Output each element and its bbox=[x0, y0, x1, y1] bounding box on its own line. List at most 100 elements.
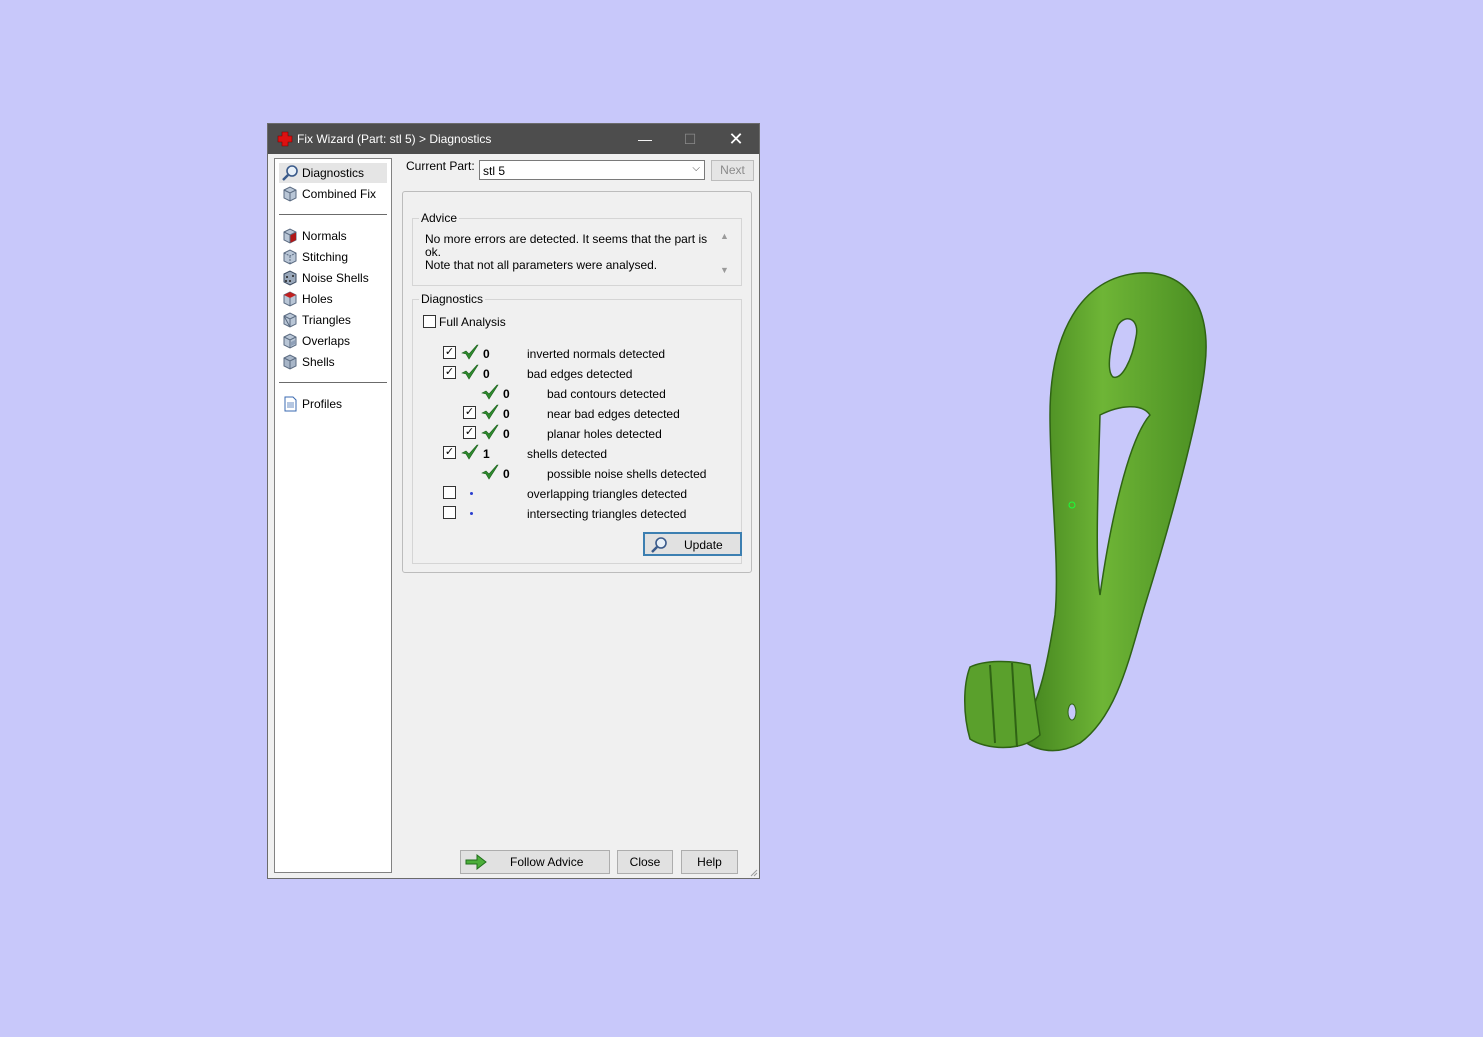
sidebar: Diagnostics Combined Fix Normals Stitchi… bbox=[274, 158, 392, 873]
sidebar-item-profiles[interactable]: Profiles bbox=[279, 394, 387, 414]
document-icon bbox=[284, 396, 297, 412]
diagnostic-count: 0 bbox=[503, 467, 510, 481]
sidebar-item-stitching[interactable]: Stitching bbox=[279, 247, 387, 267]
window-title: Fix Wizard (Part: stl 5) > Diagnostics bbox=[297, 132, 492, 146]
cube-red-icon bbox=[283, 228, 297, 244]
content-panel: Advice No more errors are detected. It s… bbox=[402, 191, 752, 573]
diagnostics-title: Diagnostics bbox=[419, 292, 486, 306]
diagnostic-row: ✓ 0 near bad edges detected bbox=[413, 404, 733, 422]
sidebar-item-label: Combined Fix bbox=[302, 187, 377, 201]
diagnostic-count: 0 bbox=[503, 387, 510, 401]
arrow-right-icon bbox=[465, 853, 487, 871]
diagnostic-label: possible noise shells detected bbox=[547, 467, 707, 481]
advice-line-2: Note that not all parameters were analys… bbox=[425, 258, 658, 272]
checkmark-icon bbox=[481, 384, 499, 400]
checkmark-icon bbox=[481, 464, 499, 480]
sidebar-item-triangles[interactable]: Triangles bbox=[279, 310, 387, 330]
sidebar-divider bbox=[279, 214, 387, 215]
diagnostic-label: near bad edges detected bbox=[547, 407, 680, 421]
magnifier-icon bbox=[651, 537, 667, 553]
not-analysed-dot-icon bbox=[470, 492, 473, 495]
cube-overlap-icon bbox=[283, 333, 297, 349]
title-bar[interactable]: Fix Wizard (Part: stl 5) > Diagnostics —… bbox=[268, 124, 759, 154]
diagnostic-checkbox[interactable]: ✓ bbox=[443, 346, 456, 359]
next-button[interactable]: Next bbox=[711, 160, 754, 181]
diagnostic-row: 0 possible noise shells detected bbox=[413, 464, 733, 482]
diagnostic-label: overlapping triangles detected bbox=[527, 487, 688, 501]
diagnostic-row: ✓ 1 shells detected bbox=[413, 444, 733, 462]
checkmark-icon bbox=[461, 444, 479, 460]
checkmark-icon bbox=[461, 364, 479, 380]
magnifier-icon bbox=[282, 165, 298, 181]
sidebar-item-label: Noise Shells bbox=[302, 271, 369, 285]
close-button[interactable]: Close bbox=[617, 850, 673, 874]
cube-stitch-icon bbox=[283, 249, 297, 265]
cube-noise-icon bbox=[283, 270, 297, 286]
sidebar-item-noise-shells[interactable]: Noise Shells bbox=[279, 268, 387, 288]
sidebar-item-combined-fix[interactable]: Combined Fix bbox=[279, 184, 387, 204]
full-analysis-checkbox[interactable] bbox=[423, 315, 436, 328]
diagnostic-checkbox[interactable] bbox=[443, 486, 456, 499]
diagnostic-label: shells detected bbox=[527, 447, 608, 461]
minimize-button[interactable]: — bbox=[622, 124, 668, 154]
diagnostic-count: 0 bbox=[503, 407, 510, 421]
resize-grip-icon[interactable] bbox=[748, 867, 758, 877]
diagnostic-row: ✓ 0 bad edges detected bbox=[413, 364, 733, 382]
update-button[interactable]: Update bbox=[643, 532, 742, 556]
chevron-down-icon: ⌵ bbox=[692, 163, 700, 174]
diagnostic-row: overlapping triangles detected bbox=[413, 484, 733, 502]
sidebar-item-normals[interactable]: Normals bbox=[279, 226, 387, 246]
follow-advice-label: Follow Advice bbox=[510, 855, 584, 869]
diagnostic-checkbox[interactable] bbox=[443, 506, 456, 519]
diagnostic-checkbox[interactable]: ✓ bbox=[443, 366, 456, 379]
advice-line-1: No more errors are detected. It seems th… bbox=[425, 232, 708, 259]
diagnostic-row: 0 bad contours detected bbox=[413, 384, 733, 402]
diagnostic-label: intersecting triangles detected bbox=[527, 507, 687, 521]
sidebar-item-diagnostics[interactable]: Diagnostics bbox=[279, 163, 387, 183]
full-analysis-toggle[interactable]: Full Analysis bbox=[423, 315, 543, 329]
diagnostic-count: 1 bbox=[483, 447, 490, 461]
help-button[interactable]: Help bbox=[681, 850, 738, 874]
sidebar-item-label: Shells bbox=[302, 355, 335, 369]
scroll-up-icon[interactable]: ▲ bbox=[720, 231, 729, 241]
sidebar-item-label: Normals bbox=[302, 229, 347, 243]
cube-shell-icon bbox=[283, 354, 297, 370]
cube-triangle-icon bbox=[283, 312, 297, 328]
sidebar-item-holes[interactable]: Holes bbox=[279, 289, 387, 309]
update-label: Update bbox=[684, 538, 723, 552]
diagnostic-label: inverted normals detected bbox=[527, 347, 666, 361]
diagnostic-checkbox[interactable]: ✓ bbox=[463, 406, 476, 419]
diagnostic-checkbox[interactable]: ✓ bbox=[463, 426, 476, 439]
diagnostic-checkbox[interactable]: ✓ bbox=[443, 446, 456, 459]
sidebar-item-overlaps[interactable]: Overlaps bbox=[279, 331, 387, 351]
checkmark-icon bbox=[481, 424, 499, 440]
cube-icon bbox=[283, 186, 297, 202]
diagnostic-label: planar holes detected bbox=[547, 427, 662, 441]
advice-scrollbar[interactable]: ▲ ▼ bbox=[717, 231, 733, 277]
sidebar-divider bbox=[279, 382, 387, 383]
current-part-value: stl 5 bbox=[483, 164, 506, 178]
cube-hole-icon bbox=[283, 291, 297, 307]
sidebar-item-label: Stitching bbox=[302, 250, 349, 264]
current-part-select[interactable]: stl 5 ⌵ bbox=[479, 160, 705, 180]
full-analysis-label: Full Analysis bbox=[439, 315, 506, 329]
diagnostic-label: bad contours detected bbox=[547, 387, 666, 401]
sidebar-item-shells[interactable]: Shells bbox=[279, 352, 387, 372]
diagnostic-count: 0 bbox=[483, 367, 490, 381]
fix-wizard-window: Fix Wizard (Part: stl 5) > Diagnostics —… bbox=[267, 123, 760, 879]
app-cross-icon bbox=[277, 131, 293, 147]
checkmark-icon bbox=[461, 344, 479, 360]
diagnostic-label: bad edges detected bbox=[527, 367, 633, 381]
advice-group: Advice No more errors are detected. It s… bbox=[412, 211, 742, 286]
scroll-down-icon[interactable]: ▼ bbox=[720, 265, 729, 275]
close-window-button[interactable]: ✕ bbox=[713, 124, 759, 154]
follow-advice-button[interactable]: Follow Advice bbox=[460, 850, 610, 874]
sidebar-item-label: Triangles bbox=[302, 313, 351, 327]
sidebar-item-label: Holes bbox=[302, 292, 333, 306]
maximize-button[interactable]: ☐ bbox=[667, 124, 713, 154]
3d-model-viewport[interactable] bbox=[960, 265, 1215, 760]
advice-title: Advice bbox=[419, 211, 460, 225]
checkmark-icon bbox=[481, 404, 499, 420]
diagnostic-count: 0 bbox=[483, 347, 490, 361]
diagnostic-row: ✓ 0 planar holes detected bbox=[413, 424, 733, 442]
